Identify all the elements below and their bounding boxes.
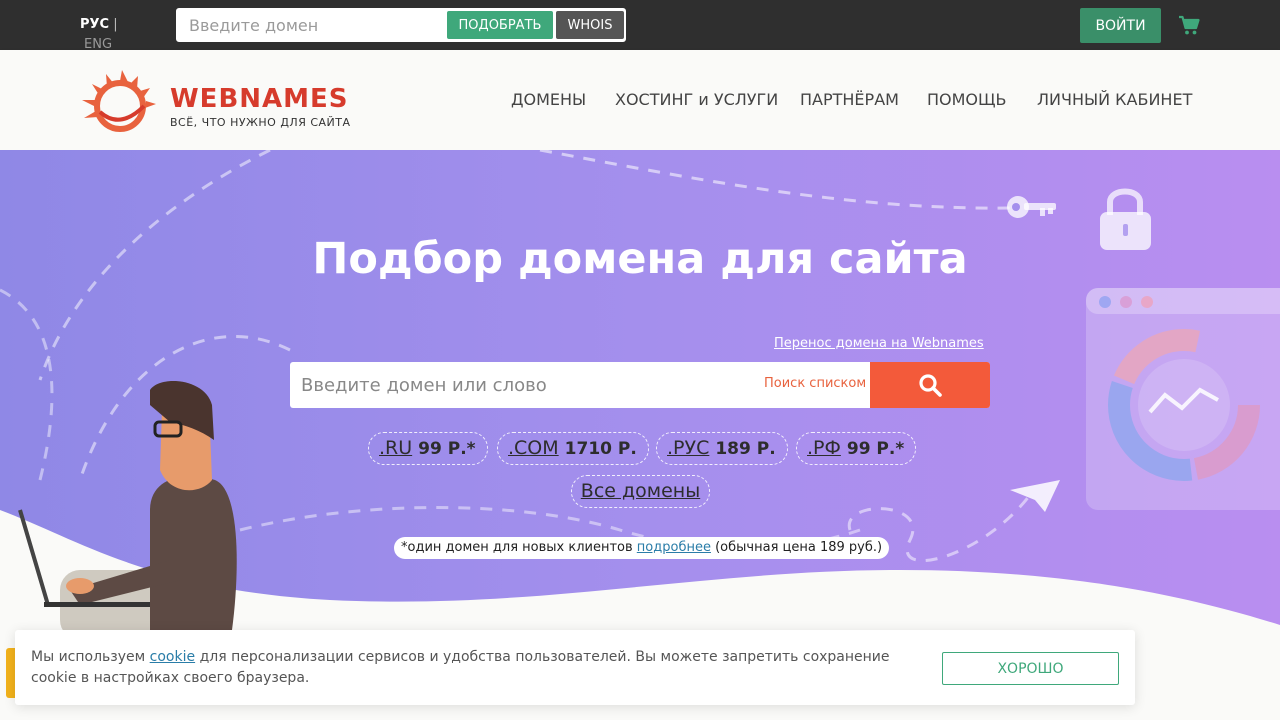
sun-logo-icon bbox=[82, 70, 156, 132]
top-bar: РУС | ENG ПОДОБРАТЬ WHOIS ВОЙТИ bbox=[0, 0, 1280, 52]
main-domain-search: Поиск списком bbox=[290, 362, 990, 408]
top-domain-search: ПОДОБРАТЬ WHOIS bbox=[176, 8, 626, 42]
nav-domains[interactable]: ДОМЕНЫ bbox=[511, 90, 586, 109]
site-header: WEBNAMES ВСЁ, ЧТО НУЖНО ДЛЯ САЙТА ДОМЕНЫ… bbox=[0, 50, 1280, 150]
lang-separator: | bbox=[113, 17, 118, 32]
webnames-logo[interactable]: WEBNAMES ВСЁ, ЧТО НУЖНО ДЛЯ САЙТА bbox=[80, 68, 375, 134]
zone-name: .COM bbox=[508, 437, 559, 459]
hero-section: Подбор домена для сайта Перенос домена н… bbox=[0, 150, 1280, 640]
list-search-link[interactable]: Поиск списком bbox=[764, 376, 866, 391]
zone-name: .RU bbox=[379, 437, 413, 459]
nav-help[interactable]: ПОМОЩЬ bbox=[927, 90, 1007, 109]
all-domains-link[interactable]: Все домены bbox=[571, 475, 710, 508]
lang-ru[interactable]: РУС bbox=[80, 17, 109, 32]
transfer-domain-link[interactable]: Перенос домена на Webnames bbox=[774, 336, 984, 351]
top-domain-input[interactable] bbox=[178, 10, 446, 40]
login-button[interactable]: ВОЙТИ bbox=[1080, 8, 1161, 43]
cookie-text-before: Мы используем bbox=[31, 649, 146, 665]
note-suffix: (обычная цена 189 руб.) bbox=[715, 540, 883, 555]
pick-domain-button[interactable]: ПОДОБРАТЬ bbox=[447, 11, 553, 39]
note-details-link[interactable]: подробнее bbox=[637, 540, 711, 555]
zone-name: .РФ bbox=[807, 437, 841, 459]
zone-price: 1710 Р. bbox=[564, 439, 637, 459]
whois-button[interactable]: WHOIS bbox=[556, 11, 624, 39]
cookie-text: Мы используем cookie для персонализации … bbox=[31, 647, 911, 689]
domain-search-input[interactable] bbox=[290, 362, 750, 408]
hero-title: Подбор домена для сайта bbox=[312, 234, 968, 284]
cookie-link[interactable]: cookie bbox=[150, 649, 195, 665]
nav-partners[interactable]: ПАРТНЁРАМ bbox=[800, 90, 899, 109]
logo-name: WEBNAMES bbox=[170, 84, 349, 114]
zone-price: 99 Р.* bbox=[846, 439, 905, 459]
zone-price: 99 Р.* bbox=[418, 439, 476, 459]
zone-rus[interactable]: .РУС 189 Р. bbox=[656, 432, 788, 465]
zone-price: 189 Р. bbox=[715, 439, 776, 459]
zone-rf[interactable]: .РФ 99 Р.* bbox=[796, 432, 917, 465]
cart-icon[interactable] bbox=[1178, 14, 1200, 36]
search-icon bbox=[919, 374, 942, 397]
zone-com[interactable]: .COM 1710 Р. bbox=[497, 432, 649, 465]
language-switcher: РУС | ENG bbox=[80, 16, 118, 52]
zone-name: .РУС bbox=[667, 437, 710, 459]
logo-tagline: ВСЁ, ЧТО НУЖНО ДЛЯ САЙТА bbox=[170, 116, 351, 129]
search-button[interactable] bbox=[870, 362, 990, 408]
cookie-accept-button[interactable]: ХОРОШО bbox=[942, 652, 1119, 685]
note-prefix: *один домен для новых клиентов bbox=[401, 540, 633, 555]
cookie-banner: Мы используем cookie для персонализации … bbox=[15, 630, 1135, 705]
nav-hosting[interactable]: ХОСТИНГ и УСЛУГИ bbox=[615, 90, 778, 109]
zone-ru[interactable]: .RU 99 Р.* bbox=[368, 432, 488, 465]
promo-note: *один домен для новых клиентов подробнее… bbox=[394, 537, 890, 559]
nav-account[interactable]: ЛИЧНЫЙ КАБИНЕТ bbox=[1037, 90, 1192, 109]
